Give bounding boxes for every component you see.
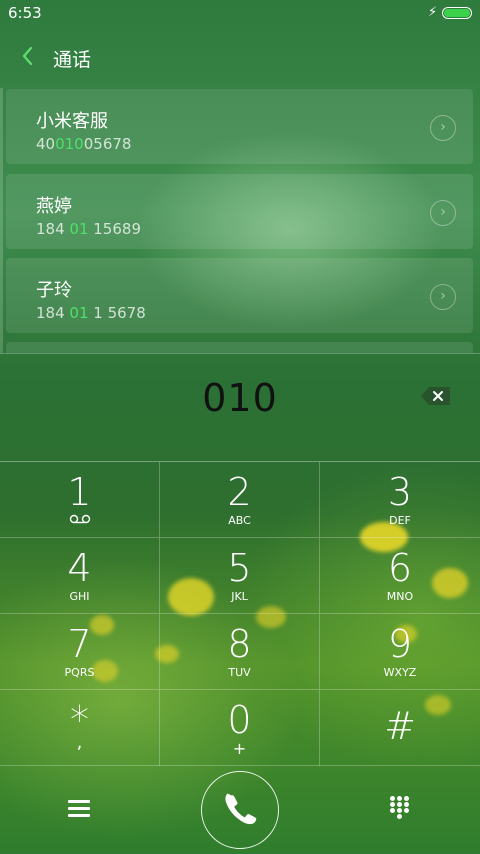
dialpad-toggle-icon[interactable] <box>390 796 412 820</box>
key-0[interactable]: 0 + <box>160 690 320 766</box>
back-arrow-icon[interactable] <box>16 44 40 68</box>
chevron-right-icon[interactable]: › <box>430 284 456 310</box>
contact-number: 184 01 15689 <box>36 220 141 238</box>
dialed-number: 010 <box>202 376 278 420</box>
menu-icon[interactable] <box>68 800 90 818</box>
keypad: 1 2 ABC 3 DEF 4 GHI 5 JKL 6 MNO 7 PQRS 8… <box>0 461 480 766</box>
chevron-right-icon[interactable]: › <box>430 115 456 141</box>
status-bar: 6:53 ⚡ <box>0 0 480 28</box>
key-3[interactable]: 3 DEF <box>320 462 480 538</box>
call-button[interactable] <box>201 771 279 849</box>
key-5[interactable]: 5 JKL <box>160 538 320 614</box>
chevron-right-icon[interactable]: › <box>430 200 456 226</box>
key-1[interactable]: 1 <box>0 462 160 538</box>
contact-number: 4001005678 <box>36 135 132 153</box>
contact-item-partial[interactable] <box>6 342 473 353</box>
voicemail-icon <box>0 514 159 528</box>
key-star[interactable]: * , <box>0 690 160 766</box>
bottom-bar <box>0 765 480 853</box>
backspace-icon[interactable] <box>420 386 452 406</box>
key-7[interactable]: 7 PQRS <box>0 614 160 690</box>
contact-number: 184 01 1 5678 <box>36 304 146 322</box>
key-2[interactable]: 2 ABC <box>160 462 320 538</box>
charging-icon: ⚡ <box>428 5 438 20</box>
contact-name: 小米客服 <box>36 111 108 132</box>
key-9[interactable]: 9 WXYZ <box>320 614 480 690</box>
phone-icon <box>225 793 257 825</box>
contact-item[interactable]: 子玲 184 01 1 5678 › <box>6 258 473 333</box>
key-4[interactable]: 4 GHI <box>0 538 160 614</box>
contact-list: 小米客服 4001005678 › 燕婷 184 01 15689 › 子玲 1… <box>0 88 480 353</box>
contact-name: 燕婷 <box>36 196 72 217</box>
dial-display: 010 <box>0 353 480 462</box>
key-8[interactable]: 8 TUV <box>160 614 320 690</box>
key-hash[interactable]: # <box>320 690 480 766</box>
contact-name: 子玲 <box>36 280 72 301</box>
key-6[interactable]: 6 MNO <box>320 538 480 614</box>
contact-item[interactable]: 小米客服 4001005678 › <box>6 89 473 164</box>
contact-item[interactable]: 燕婷 184 01 15689 › <box>6 174 473 249</box>
page-title: 通话 <box>53 49 92 71</box>
battery-icon <box>442 7 472 19</box>
status-time: 6:53 <box>8 4 42 22</box>
header: 通话 <box>0 36 480 80</box>
